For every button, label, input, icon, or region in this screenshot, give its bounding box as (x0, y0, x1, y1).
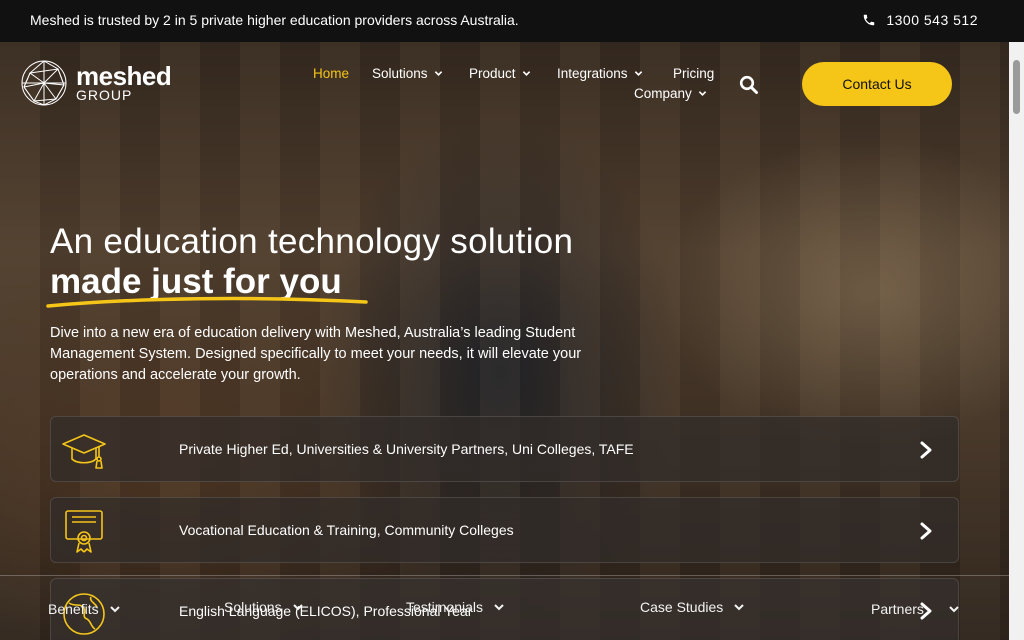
meshed-logo[interactable]: meshed GROUP (20, 59, 172, 107)
search-icon (739, 75, 758, 94)
chevron-down-icon (522, 71, 530, 76)
phone-link[interactable]: 1300 543 512 (862, 12, 978, 28)
top-announcement-bar: Meshed is trusted by 2 in 5 private high… (0, 0, 1024, 42)
chevron-down-icon (949, 606, 959, 613)
chevron-down-icon (734, 604, 744, 611)
nav-product[interactable]: Product (469, 66, 531, 81)
segment-card-higher-ed[interactable]: Private Higher Ed, Universities & Univer… (50, 416, 959, 482)
nav-home[interactable]: Home (313, 66, 349, 81)
contact-us-button[interactable]: Contact Us (802, 62, 952, 106)
graduation-cap-icon (62, 434, 106, 469)
hero-lead-paragraph: Dive into a new era of education deliver… (50, 325, 582, 383)
phone-icon (864, 14, 875, 26)
nav-pricing[interactable]: Pricing (673, 66, 714, 81)
nav-integrations-label: Integrations (557, 66, 628, 81)
phone-number: 1300 543 512 (886, 12, 978, 28)
subnav-partners-label: Partners (871, 601, 924, 617)
nav-home-label: Home (313, 66, 350, 81)
heading-underline-decoration (46, 296, 368, 308)
subnav-benefits-label: Benefits (48, 601, 99, 617)
chevron-down-icon (634, 71, 642, 76)
subnav-solutions-label: Solutions (224, 599, 282, 615)
nav-integrations[interactable]: Integrations (557, 66, 643, 81)
nav-solutions-label: Solutions (372, 66, 428, 81)
chevron-down-icon (434, 71, 442, 76)
chevron-down-icon (494, 604, 504, 611)
nav-solutions[interactable]: Solutions (372, 66, 443, 81)
subnav-case-studies[interactable]: Case Studies (640, 599, 745, 615)
scrollbar-thumb[interactable] (1013, 60, 1020, 114)
section-subnav-bar: Benefits Solutions Testimonials Case Stu… (0, 575, 1009, 640)
chevron-right-icon (920, 522, 932, 540)
chevron-right-icon (920, 441, 932, 459)
certificate-icon (65, 510, 103, 553)
search-button[interactable] (739, 75, 759, 95)
nav-company-label: Company (634, 86, 692, 101)
subnav-partners[interactable]: Partners (871, 601, 960, 617)
trust-statement: Meshed is trusted by 2 in 5 private high… (30, 12, 519, 28)
chevron-down-icon (292, 604, 303, 611)
meshed-globe-logo-icon (21, 60, 67, 106)
nav-product-label: Product (469, 66, 516, 81)
segment-card-vocational[interactable]: Vocational Education & Training, Communi… (50, 497, 959, 563)
subnav-solutions[interactable]: Solutions (224, 599, 304, 615)
nav-company[interactable]: Company (634, 86, 707, 101)
nav-pricing-label: Pricing (673, 66, 715, 81)
subnav-benefits[interactable]: Benefits (48, 601, 121, 617)
chevron-down-icon (109, 606, 120, 613)
segment-card-label: Vocational Education & Training, Communi… (179, 522, 514, 538)
segment-card-label: Private Higher Ed, Universities & Univer… (179, 441, 634, 457)
chevron-down-icon (698, 91, 707, 96)
subnav-testimonials[interactable]: Testimonials (406, 599, 505, 615)
hero-heading-line1: An education technology solution (50, 222, 574, 261)
subnav-testimonials-label: Testimonials (406, 599, 484, 615)
page-scrollbar[interactable] (1009, 42, 1024, 640)
logo-brand-text: meshed (76, 61, 172, 91)
subnav-case-studies-label: Case Studies (640, 599, 724, 615)
